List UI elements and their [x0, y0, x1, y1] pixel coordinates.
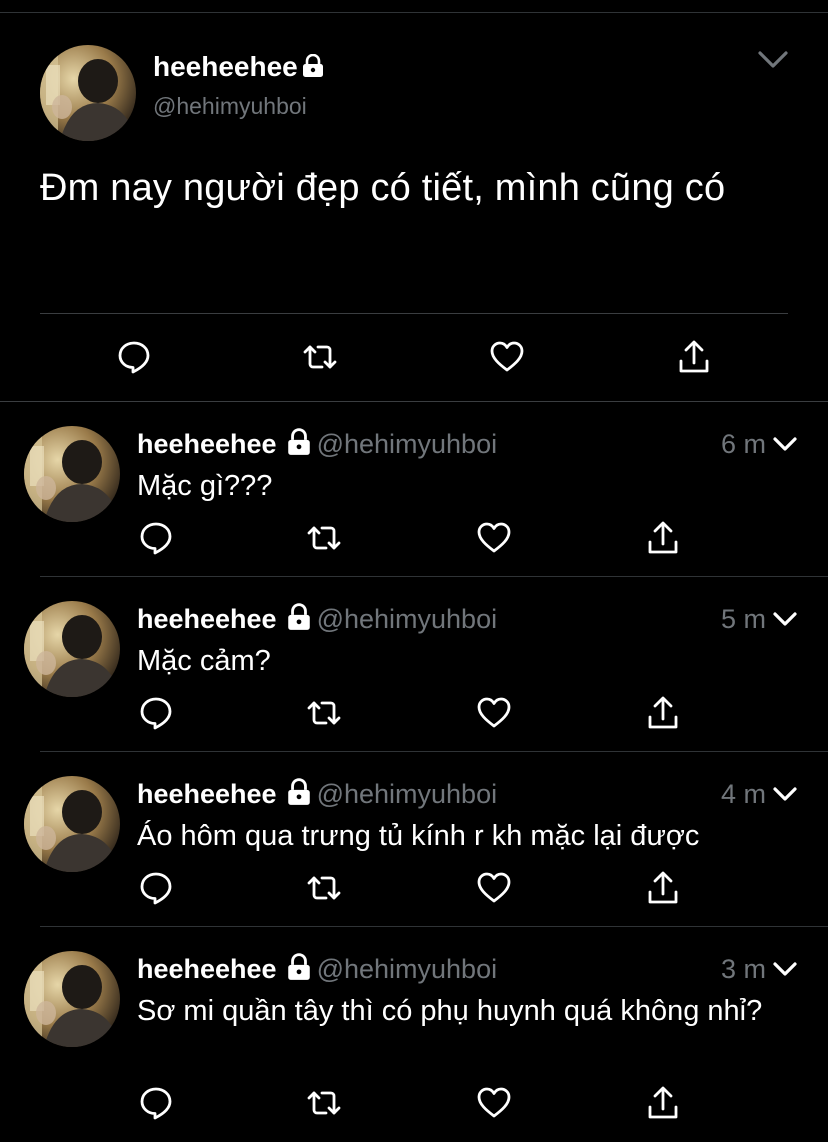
- reply-text: Áo hôm qua trưng tủ kính r kh mặc lại đư…: [137, 820, 700, 852]
- like-icon[interactable]: [476, 870, 512, 906]
- reply-text: Sơ mi quần tây thì có phụ huynh quá khôn…: [137, 995, 763, 1027]
- reply-text: Mặc gì???: [137, 470, 273, 502]
- user-handle[interactable]: @hehimyuhboi: [317, 429, 498, 459]
- retweet-icon[interactable]: [306, 520, 342, 556]
- chevron-down-icon[interactable]: [772, 436, 798, 454]
- lock-icon: [287, 778, 311, 806]
- chevron-down-icon[interactable]: [772, 961, 798, 979]
- avatar[interactable]: [24, 601, 120, 697]
- display-name[interactable]: heeheehee: [137, 429, 277, 459]
- reply-tweet[interactable]: heeheehee @hehimyuhboi 3 m Sơ mi quần tây…: [0, 927, 828, 1142]
- display-name[interactable]: heeheehee: [137, 954, 277, 984]
- reply-tweet[interactable]: heeheehee @hehimyuhboi 5 m Mặc cảm?: [0, 577, 828, 752]
- reply-header: heeheehee @hehimyuhboi: [137, 428, 497, 460]
- main-tweet: heeheehee @hehimyuhboi Đm nay người đẹp …: [0, 13, 828, 402]
- timestamp[interactable]: 6 m: [721, 428, 766, 460]
- lock-icon: [287, 953, 311, 981]
- like-icon[interactable]: [489, 339, 525, 375]
- user-handle[interactable]: @hehimyuhboi: [317, 779, 498, 809]
- user-handle[interactable]: @hehimyuhboi: [153, 92, 307, 120]
- lock-icon: [302, 54, 324, 78]
- retweet-icon[interactable]: [302, 339, 338, 375]
- like-icon[interactable]: [476, 1085, 512, 1121]
- share-icon[interactable]: [645, 520, 681, 556]
- retweet-icon[interactable]: [306, 695, 342, 731]
- reply-text: Mặc cảm?: [137, 645, 271, 677]
- share-icon[interactable]: [676, 339, 712, 375]
- share-icon[interactable]: [645, 695, 681, 731]
- lock-icon: [287, 428, 311, 456]
- avatar[interactable]: [24, 776, 120, 872]
- timestamp[interactable]: 4 m: [721, 778, 766, 810]
- timestamp[interactable]: 5 m: [721, 603, 766, 635]
- share-icon[interactable]: [645, 870, 681, 906]
- reply-icon[interactable]: [138, 1085, 174, 1121]
- reply-tweet[interactable]: heeheehee @hehimyuhboi 6 m Mặc gì???: [0, 402, 828, 577]
- chevron-down-icon[interactable]: [772, 786, 798, 804]
- share-icon[interactable]: [645, 1085, 681, 1121]
- like-icon[interactable]: [476, 695, 512, 731]
- reply-icon[interactable]: [138, 695, 174, 731]
- timestamp[interactable]: 3 m: [721, 953, 766, 985]
- lock-icon: [287, 603, 311, 631]
- avatar[interactable]: [24, 951, 120, 1047]
- reply-tweet[interactable]: heeheehee @hehimyuhboi 4 m Áo hôm qua trư…: [0, 752, 828, 927]
- user-handle[interactable]: @hehimyuhboi: [317, 604, 498, 634]
- tweet-text: Đm nay người đẹp có tiết, mình cũng có: [40, 167, 726, 209]
- reply-header: heeheehee @hehimyuhboi: [137, 953, 497, 985]
- display-name-text: heeheehee: [153, 51, 298, 82]
- retweet-icon[interactable]: [306, 870, 342, 906]
- reply-header: heeheehee @hehimyuhboi: [137, 603, 497, 635]
- user-handle[interactable]: @hehimyuhboi: [317, 954, 498, 984]
- display-name[interactable]: heeheehee: [137, 779, 277, 809]
- retweet-icon[interactable]: [306, 1085, 342, 1121]
- avatar[interactable]: [40, 45, 136, 141]
- display-name[interactable]: heeheehee: [153, 51, 324, 83]
- avatar[interactable]: [24, 426, 120, 522]
- reply-icon[interactable]: [138, 870, 174, 906]
- reply-header: heeheehee @hehimyuhboi: [137, 778, 497, 810]
- display-name[interactable]: heeheehee: [137, 604, 277, 634]
- like-icon[interactable]: [476, 520, 512, 556]
- reply-icon[interactable]: [138, 520, 174, 556]
- action-divider: [40, 313, 788, 314]
- chevron-down-icon[interactable]: [757, 49, 789, 71]
- chevron-down-icon[interactable]: [772, 611, 798, 629]
- reply-icon[interactable]: [116, 339, 152, 375]
